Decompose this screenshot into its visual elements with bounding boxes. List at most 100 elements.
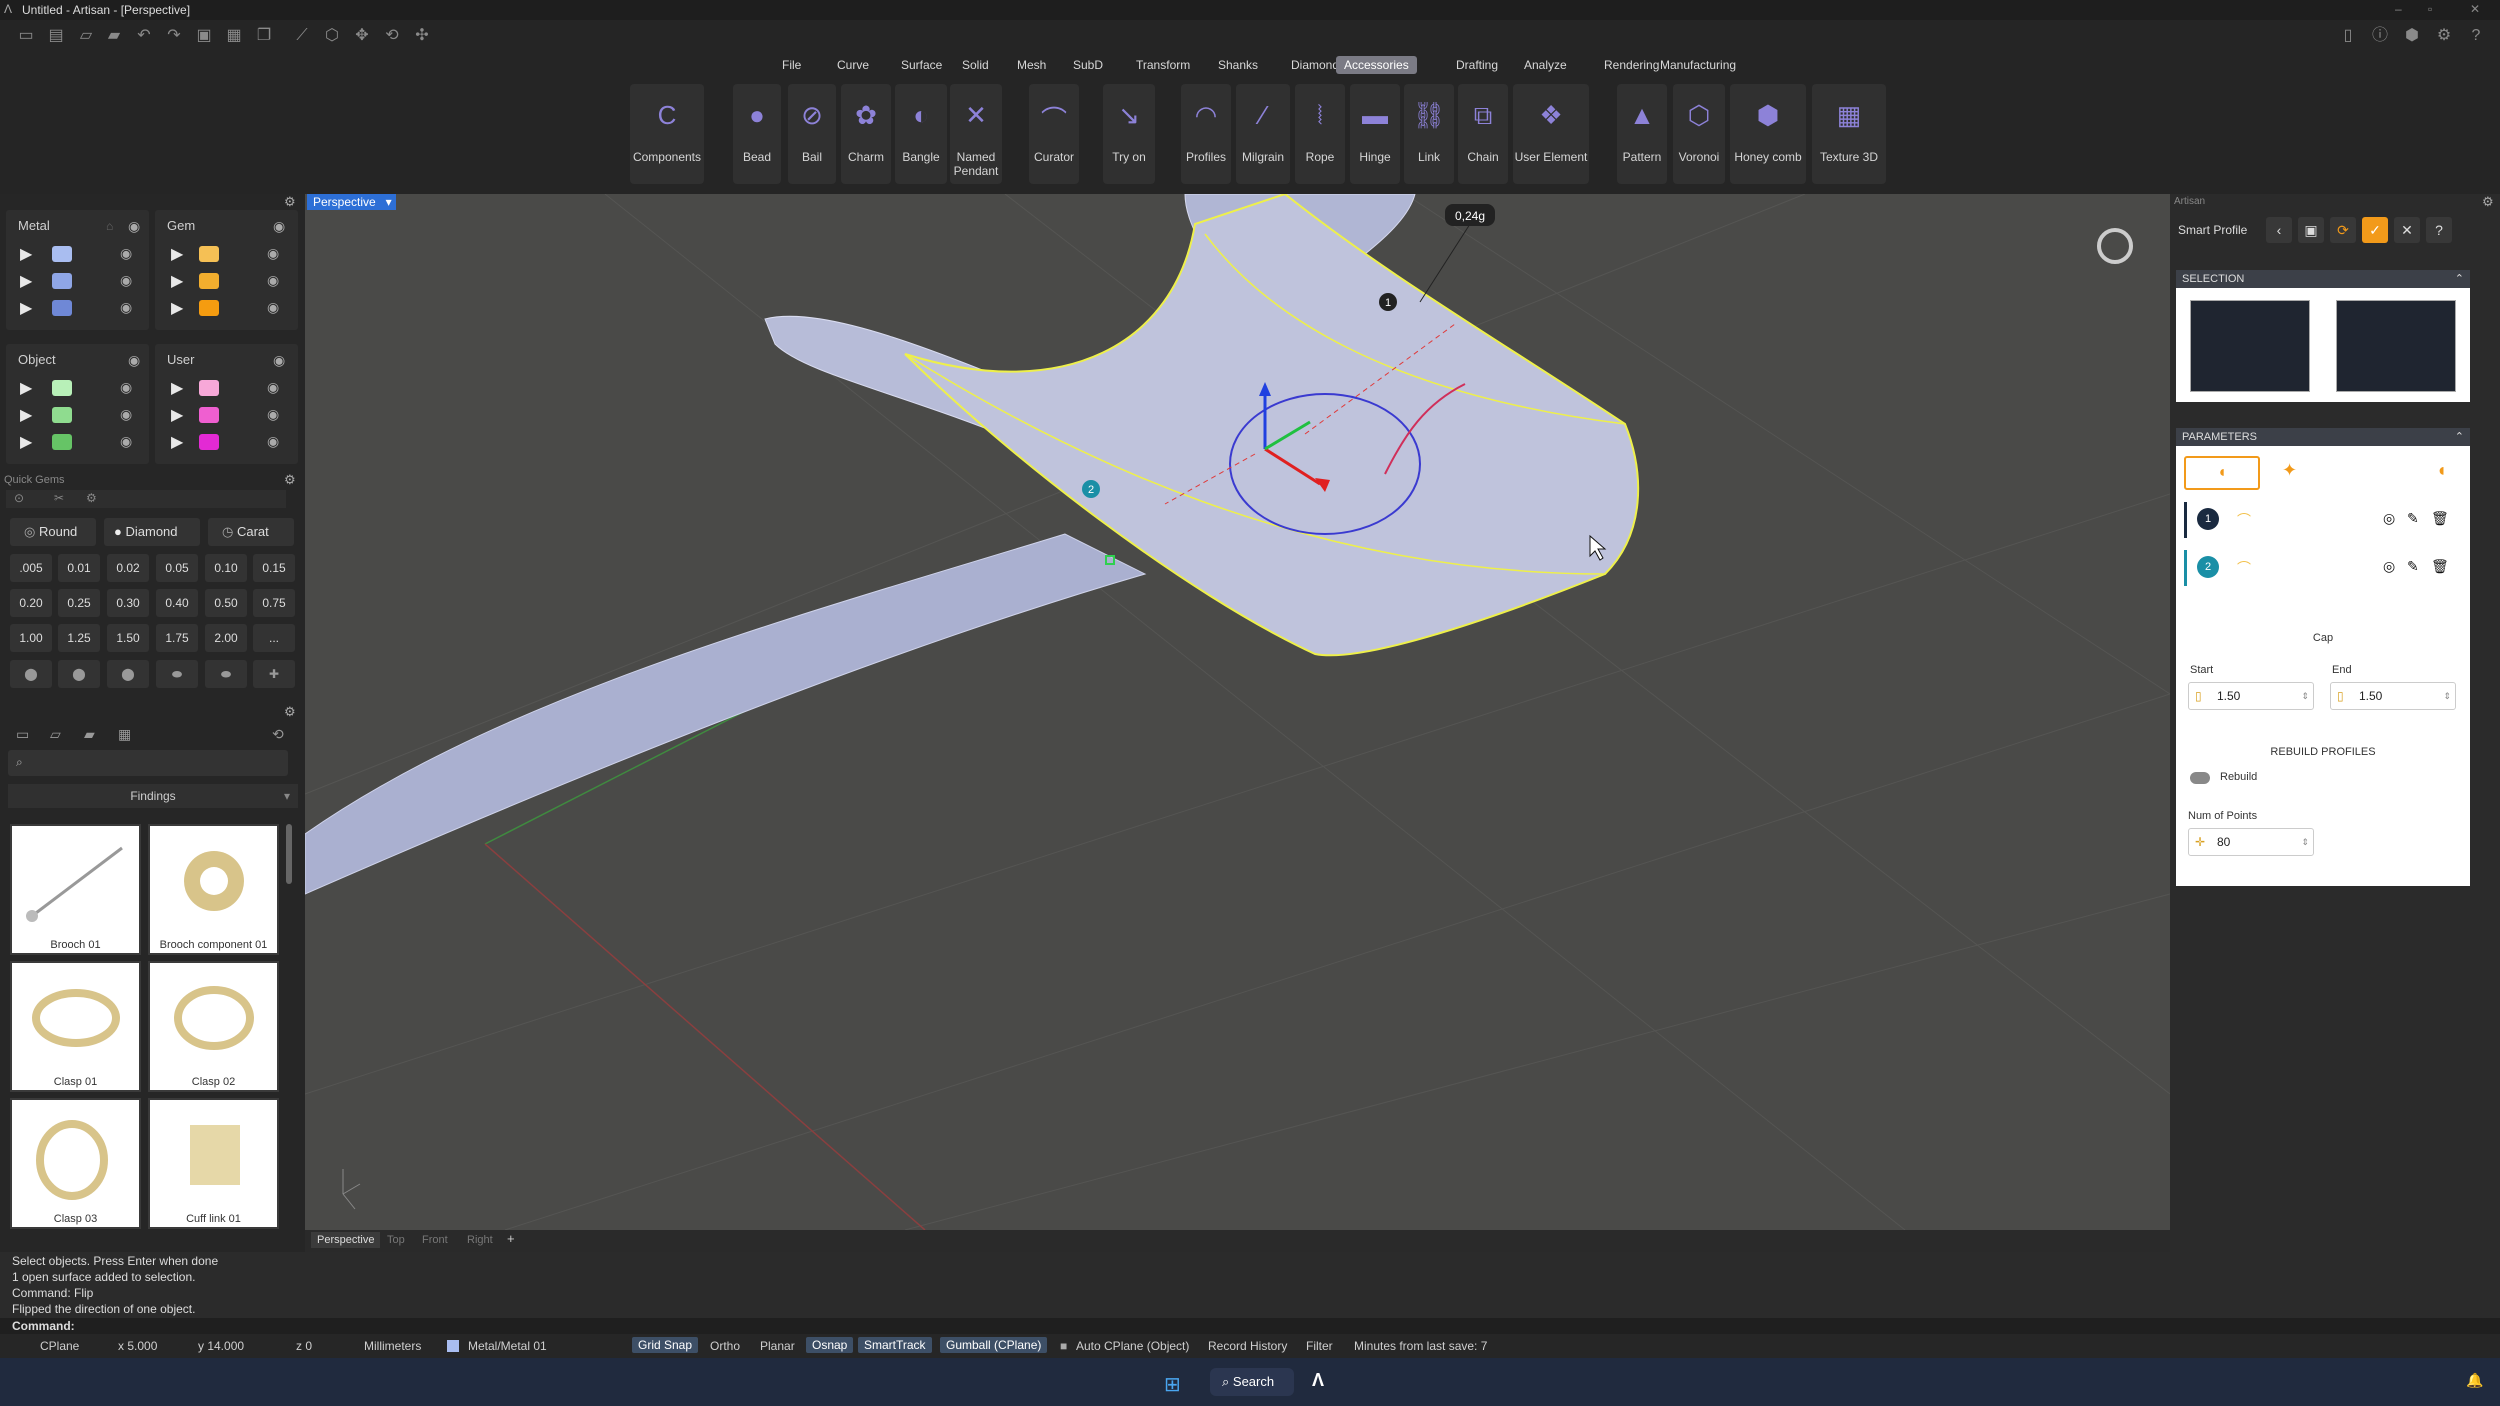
gem-size-button[interactable]: 0.25 bbox=[58, 589, 100, 617]
named-pendant-button[interactable]: ✕ Named Pendant bbox=[950, 84, 1002, 184]
redo-icon[interactable]: ↷ bbox=[164, 26, 184, 46]
open-library-icon[interactable]: ▭ bbox=[16, 726, 29, 743]
gem-shape-marquise-icon[interactable]: ⬬ bbox=[205, 660, 247, 688]
menu-drafting[interactable]: Drafting bbox=[1448, 56, 1506, 74]
profile-shape-icon[interactable]: ◖ bbox=[2436, 460, 2447, 481]
play-icon[interactable]: ▶ bbox=[171, 378, 183, 398]
add-folder-icon[interactable]: ▱ bbox=[50, 726, 61, 743]
import-icon[interactable]: ▰ bbox=[104, 26, 124, 46]
gem-size-button[interactable]: 0.01 bbox=[58, 554, 100, 582]
back-button[interactable]: ‹ bbox=[2266, 217, 2292, 243]
eye-icon[interactable]: ◉ bbox=[267, 379, 279, 396]
eye-icon[interactable]: ◉ bbox=[120, 272, 132, 289]
start-icon[interactable]: ⊞ bbox=[1164, 1372, 1181, 1397]
gem-settings-icon[interactable]: ⚙ bbox=[86, 491, 97, 505]
eye-icon[interactable]: ◉ bbox=[120, 379, 132, 396]
play-icon[interactable]: ▶ bbox=[171, 432, 183, 452]
gem-round-button[interactable]: ◎ Round bbox=[10, 518, 96, 546]
profile-row-1[interactable]: 1 ⌒ ◎ ✎ 🗑 bbox=[2184, 502, 2464, 538]
layer-swatch-1[interactable] bbox=[52, 380, 72, 396]
close-icon[interactable]: ✕ bbox=[2470, 2, 2480, 16]
library-item-brooch-component-01[interactable]: Brooch component 01 bbox=[148, 824, 279, 955]
layer-swatch-2[interactable] bbox=[52, 273, 72, 289]
voronoi-button[interactable]: ⬡ Voronoi bbox=[1673, 84, 1725, 184]
shank-surface[interactable] bbox=[305, 533, 1147, 895]
artisan-app-icon[interactable]: Λ bbox=[1312, 1370, 1324, 1391]
save-as-icon[interactable]: ▦ bbox=[224, 26, 244, 46]
add-viewport-icon[interactable]: + bbox=[507, 1231, 515, 1246]
panel-settings-icon[interactable]: ⚙ bbox=[2482, 194, 2494, 210]
library-settings-icon[interactable]: ⚙ bbox=[284, 704, 296, 720]
cancel-button[interactable]: ✕ bbox=[2394, 217, 2420, 243]
open-folder-icon[interactable]: ▱ bbox=[76, 26, 96, 46]
play-icon[interactable]: ▶ bbox=[171, 298, 183, 318]
bangle-button[interactable]: ◐ Bangle bbox=[895, 84, 947, 184]
notification-icon[interactable]: 🔔 bbox=[2466, 1372, 2483, 1389]
rebuild-toggle[interactable] bbox=[2190, 772, 2210, 784]
target-icon[interactable]: ◎ bbox=[2383, 558, 2395, 575]
try-on-button[interactable]: ↘ Try on bbox=[1103, 84, 1155, 184]
trash-icon[interactable]: 🗑 bbox=[2431, 558, 2449, 575]
panel-settings-icon[interactable]: ⚙ bbox=[284, 194, 296, 210]
chain-button[interactable]: ⧉ Chain bbox=[1458, 84, 1508, 184]
tab-right[interactable]: Right bbox=[467, 1234, 493, 1246]
menu-shanks[interactable]: Shanks bbox=[1210, 56, 1266, 74]
honey-comb-button[interactable]: ⬢ Honey comb bbox=[1730, 84, 1806, 184]
start-input[interactable]: ▯ 1.50 ⇕ bbox=[2188, 682, 2314, 710]
settings-icon[interactable]: ⚙ bbox=[2434, 26, 2454, 46]
eye-icon[interactable]: ◉ bbox=[267, 245, 279, 262]
osnap-toggle[interactable]: Osnap bbox=[806, 1337, 854, 1353]
curator-button[interactable]: ⌒ Curator bbox=[1029, 84, 1079, 184]
library-item-brooch-01[interactable]: Brooch 01 bbox=[10, 824, 141, 955]
layers-icon[interactable]: ❐ bbox=[254, 26, 274, 46]
menu-file[interactable]: File bbox=[774, 56, 809, 74]
milgrain-button[interactable]: ⁄ Milgrain bbox=[1236, 84, 1290, 184]
point-marker-1[interactable]: 1 bbox=[1379, 293, 1397, 311]
current-layer[interactable]: Metal/Metal 01 bbox=[468, 1339, 547, 1353]
tab-front[interactable]: Front bbox=[422, 1234, 448, 1246]
confirm-button[interactable]: ✓ bbox=[2362, 217, 2388, 243]
gem-size-button[interactable]: 0.75 bbox=[253, 589, 295, 617]
gem-size-button[interactable]: 0.02 bbox=[107, 554, 149, 582]
tab-top[interactable]: Top bbox=[387, 1234, 405, 1246]
spinner-icon[interactable]: ⇕ bbox=[2443, 683, 2451, 709]
gem-size-button[interactable]: 1.50 bbox=[107, 624, 149, 652]
menu-transform[interactable]: Transform bbox=[1128, 56, 1198, 74]
menu-mesh[interactable]: Mesh bbox=[1009, 56, 1054, 74]
edit-points-icon[interactable]: ⟋ bbox=[292, 26, 312, 46]
eye-icon[interactable]: ◉ bbox=[267, 406, 279, 423]
play-icon[interactable]: ▶ bbox=[171, 271, 183, 291]
eye-icon[interactable]: ◉ bbox=[128, 218, 140, 235]
play-icon[interactable]: ▶ bbox=[20, 244, 32, 264]
gem-size-button[interactable]: 0.40 bbox=[156, 589, 198, 617]
gem-size-button[interactable]: 0.15 bbox=[253, 554, 295, 582]
gem-shape-oval-icon[interactable]: ⬤ bbox=[58, 660, 100, 688]
cube-icon[interactable]: ⬢ bbox=[2402, 26, 2422, 46]
command-input[interactable]: Command: bbox=[0, 1318, 2500, 1334]
gem-shape-round-icon[interactable]: ⬤ bbox=[10, 660, 52, 688]
texture-3d-button[interactable]: ▦ Texture 3D bbox=[1812, 84, 1886, 184]
point-marker-2[interactable]: 2 bbox=[1082, 480, 1100, 498]
layer-swatch-3[interactable] bbox=[199, 434, 219, 450]
eye-icon[interactable]: ◉ bbox=[267, 272, 279, 289]
layer-swatch-2[interactable] bbox=[199, 273, 219, 289]
notes-icon[interactable]: ▯ bbox=[2338, 26, 2358, 46]
layer-swatch-2[interactable] bbox=[199, 407, 219, 423]
num-points-input[interactable]: ✛ 80 ⇕ bbox=[2188, 828, 2314, 856]
new-template-icon[interactable]: ▤ bbox=[46, 26, 66, 46]
help-button[interactable]: ? bbox=[2426, 217, 2452, 243]
gumball-icon[interactable]: ✣ bbox=[412, 26, 432, 46]
import-item-icon[interactable]: ▰ bbox=[84, 726, 95, 743]
library-scrollbar[interactable] bbox=[286, 824, 292, 884]
menu-solid[interactable]: Solid bbox=[954, 56, 997, 74]
gem-shape-cushion-icon[interactable]: ⬤ bbox=[107, 660, 149, 688]
gem-size-button[interactable]: 0.05 bbox=[156, 554, 198, 582]
bail-button[interactable]: ⊘ Bail bbox=[788, 84, 836, 184]
target-icon[interactable]: ◎ bbox=[2383, 510, 2395, 527]
refresh-button[interactable]: ⟳ bbox=[2330, 217, 2356, 243]
rotate-icon[interactable]: ⟲ bbox=[382, 26, 402, 46]
new-file-icon[interactable]: ▭ bbox=[16, 26, 36, 46]
move-icon[interactable]: ✥ bbox=[352, 26, 372, 46]
gumball-toggle[interactable]: Gumball (CPlane) bbox=[940, 1337, 1048, 1353]
tab-perspective[interactable]: Perspective bbox=[311, 1232, 381, 1248]
